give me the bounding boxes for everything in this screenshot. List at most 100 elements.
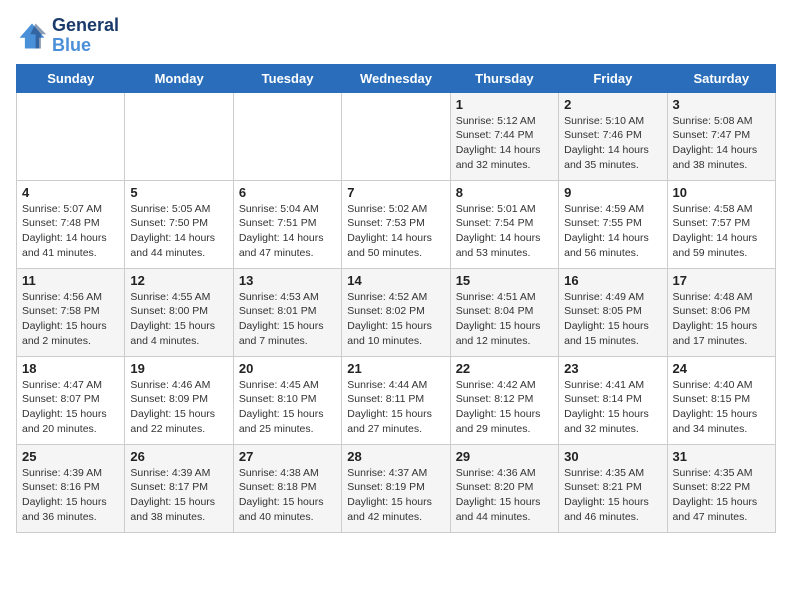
calendar-cell: 14Sunrise: 4:52 AM Sunset: 8:02 PM Dayli… [342,268,450,356]
calendar-week-5: 25 Sunrise: 4:39 AM Sunset: 8:16 PM Dayli… [17,444,776,532]
cell-info: Sunrise: 4:56 AM Sunset: 7:58 PM Dayligh… [22,290,119,349]
cell-info: Sunrise: 4:52 AM Sunset: 8:02 PM Dayligh… [347,290,444,349]
calendar-cell: 17 Sunrise: 4:48 AM Sunset: 8:06 PM Dayli… [667,268,775,356]
calendar-cell: 27 Sunrise: 4:38 AM Sunset: 8:18 PM Dayli… [233,444,341,532]
calendar-cell: 4 Sunrise: 5:07 AM Sunset: 7:48 PM Daylig… [17,180,125,268]
day-number: 27 [239,449,336,464]
day-number: 7 [347,185,444,200]
cell-info: Sunrise: 4:53 AM Sunset: 8:01 PM Dayligh… [239,290,336,349]
calendar-cell: 2 Sunrise: 5:10 AM Sunset: 7:46 PM Daylig… [559,92,667,180]
calendar-cell: 30 Sunrise: 4:35 AM Sunset: 8:21 PM Dayli… [559,444,667,532]
weekday-header-wednesday: Wednesday [342,64,450,92]
day-number: 10 [673,185,770,200]
cell-info: Sunrise: 4:48 AM Sunset: 8:06 PM Dayligh… [673,290,770,349]
calendar-cell: 8 Sunrise: 5:01 AM Sunset: 7:54 PM Daylig… [450,180,558,268]
calendar-cell: 19 Sunrise: 4:46 AM Sunset: 8:09 PM Dayli… [125,356,233,444]
cell-info: Sunrise: 4:39 AM Sunset: 8:16 PM Dayligh… [22,466,119,525]
weekday-header-thursday: Thursday [450,64,558,92]
calendar-header: SundayMondayTuesdayWednesdayThursdayFrid… [17,64,776,92]
calendar-cell: 25 Sunrise: 4:39 AM Sunset: 8:16 PM Dayli… [17,444,125,532]
day-number: 19 [130,361,227,376]
weekday-header-sunday: Sunday [17,64,125,92]
cell-info: Sunrise: 4:35 AM Sunset: 8:21 PM Dayligh… [564,466,661,525]
calendar-cell [17,92,125,180]
cell-info: Sunrise: 4:44 AM Sunset: 8:11 PM Dayligh… [347,378,444,437]
day-number: 31 [673,449,770,464]
calendar-cell: 11Sunrise: 4:56 AM Sunset: 7:58 PM Dayli… [17,268,125,356]
day-number: 22 [456,361,553,376]
calendar-cell: 28 Sunrise: 4:37 AM Sunset: 8:19 PM Dayli… [342,444,450,532]
calendar-cell: 10 Sunrise: 4:58 AM Sunset: 7:57 PM Dayli… [667,180,775,268]
cell-info: Sunrise: 4:58 AM Sunset: 7:57 PM Dayligh… [673,202,770,261]
calendar-cell: 23 Sunrise: 4:41 AM Sunset: 8:14 PM Dayli… [559,356,667,444]
calendar-cell: 29 Sunrise: 4:36 AM Sunset: 8:20 PM Dayli… [450,444,558,532]
day-number: 17 [673,273,770,288]
day-number: 26 [130,449,227,464]
day-number: 25 [22,449,119,464]
cell-info: Sunrise: 4:38 AM Sunset: 8:18 PM Dayligh… [239,466,336,525]
calendar-body: 1Sunrise: 5:12 AM Sunset: 7:44 PM Daylig… [17,92,776,532]
calendar-week-3: 11Sunrise: 4:56 AM Sunset: 7:58 PM Dayli… [17,268,776,356]
day-number: 28 [347,449,444,464]
day-number: 1 [456,97,553,112]
day-number: 3 [673,97,770,112]
day-number: 18 [22,361,119,376]
cell-info: Sunrise: 5:10 AM Sunset: 7:46 PM Dayligh… [564,114,661,173]
cell-info: Sunrise: 4:59 AM Sunset: 7:55 PM Dayligh… [564,202,661,261]
cell-info: Sunrise: 4:36 AM Sunset: 8:20 PM Dayligh… [456,466,553,525]
cell-info: Sunrise: 4:49 AM Sunset: 8:05 PM Dayligh… [564,290,661,349]
day-number: 24 [673,361,770,376]
weekday-header-monday: Monday [125,64,233,92]
calendar-cell: 18 Sunrise: 4:47 AM Sunset: 8:07 PM Dayli… [17,356,125,444]
logo: General Blue [16,16,119,56]
calendar-week-1: 1Sunrise: 5:12 AM Sunset: 7:44 PM Daylig… [17,92,776,180]
calendar-cell: 31Sunrise: 4:35 AM Sunset: 8:22 PM Dayli… [667,444,775,532]
calendar-cell: 20Sunrise: 4:45 AM Sunset: 8:10 PM Dayli… [233,356,341,444]
cell-info: Sunrise: 5:07 AM Sunset: 7:48 PM Dayligh… [22,202,119,261]
day-number: 20 [239,361,336,376]
day-number: 16 [564,273,661,288]
weekday-header-friday: Friday [559,64,667,92]
cell-info: Sunrise: 4:37 AM Sunset: 8:19 PM Dayligh… [347,466,444,525]
calendar-cell: 21 Sunrise: 4:44 AM Sunset: 8:11 PM Dayli… [342,356,450,444]
day-number: 5 [130,185,227,200]
calendar-cell: 6 Sunrise: 5:04 AM Sunset: 7:51 PM Daylig… [233,180,341,268]
calendar-cell: 16 Sunrise: 4:49 AM Sunset: 8:05 PM Dayli… [559,268,667,356]
day-number: 12 [130,273,227,288]
calendar-cell: 13 Sunrise: 4:53 AM Sunset: 8:01 PM Dayli… [233,268,341,356]
day-number: 13 [239,273,336,288]
calendar-cell: 26 Sunrise: 4:39 AM Sunset: 8:17 PM Dayli… [125,444,233,532]
calendar-cell: 3 Sunrise: 5:08 AM Sunset: 7:47 PM Daylig… [667,92,775,180]
calendar-cell: 9 Sunrise: 4:59 AM Sunset: 7:55 PM Daylig… [559,180,667,268]
calendar-week-4: 18 Sunrise: 4:47 AM Sunset: 8:07 PM Dayli… [17,356,776,444]
day-number: 29 [456,449,553,464]
day-number: 6 [239,185,336,200]
calendar-cell: 22 Sunrise: 4:42 AM Sunset: 8:12 PM Dayli… [450,356,558,444]
cell-info: Sunrise: 4:47 AM Sunset: 8:07 PM Dayligh… [22,378,119,437]
cell-info: Sunrise: 5:08 AM Sunset: 7:47 PM Dayligh… [673,114,770,173]
day-number: 23 [564,361,661,376]
calendar-cell: 7Sunrise: 5:02 AM Sunset: 7:53 PM Daylig… [342,180,450,268]
cell-info: Sunrise: 4:41 AM Sunset: 8:14 PM Dayligh… [564,378,661,437]
calendar-cell: 24 Sunrise: 4:40 AM Sunset: 8:15 PM Dayli… [667,356,775,444]
cell-info: Sunrise: 4:46 AM Sunset: 8:09 PM Dayligh… [130,378,227,437]
cell-info: Sunrise: 5:05 AM Sunset: 7:50 PM Dayligh… [130,202,227,261]
day-number: 21 [347,361,444,376]
day-number: 30 [564,449,661,464]
calendar-cell [125,92,233,180]
calendar-cell: 12 Sunrise: 4:55 AM Sunset: 8:00 PM Dayli… [125,268,233,356]
cell-info: Sunrise: 4:39 AM Sunset: 8:17 PM Dayligh… [130,466,227,525]
day-number: 8 [456,185,553,200]
calendar-cell: 5 Sunrise: 5:05 AM Sunset: 7:50 PM Daylig… [125,180,233,268]
cell-info: Sunrise: 5:01 AM Sunset: 7:54 PM Dayligh… [456,202,553,261]
day-number: 9 [564,185,661,200]
calendar-table: SundayMondayTuesdayWednesdayThursdayFrid… [16,64,776,533]
cell-info: Sunrise: 4:55 AM Sunset: 8:00 PM Dayligh… [130,290,227,349]
cell-info: Sunrise: 5:04 AM Sunset: 7:51 PM Dayligh… [239,202,336,261]
cell-info: Sunrise: 4:42 AM Sunset: 8:12 PM Dayligh… [456,378,553,437]
weekday-row: SundayMondayTuesdayWednesdayThursdayFrid… [17,64,776,92]
cell-info: Sunrise: 4:40 AM Sunset: 8:15 PM Dayligh… [673,378,770,437]
weekday-header-saturday: Saturday [667,64,775,92]
day-number: 4 [22,185,119,200]
day-number: 2 [564,97,661,112]
